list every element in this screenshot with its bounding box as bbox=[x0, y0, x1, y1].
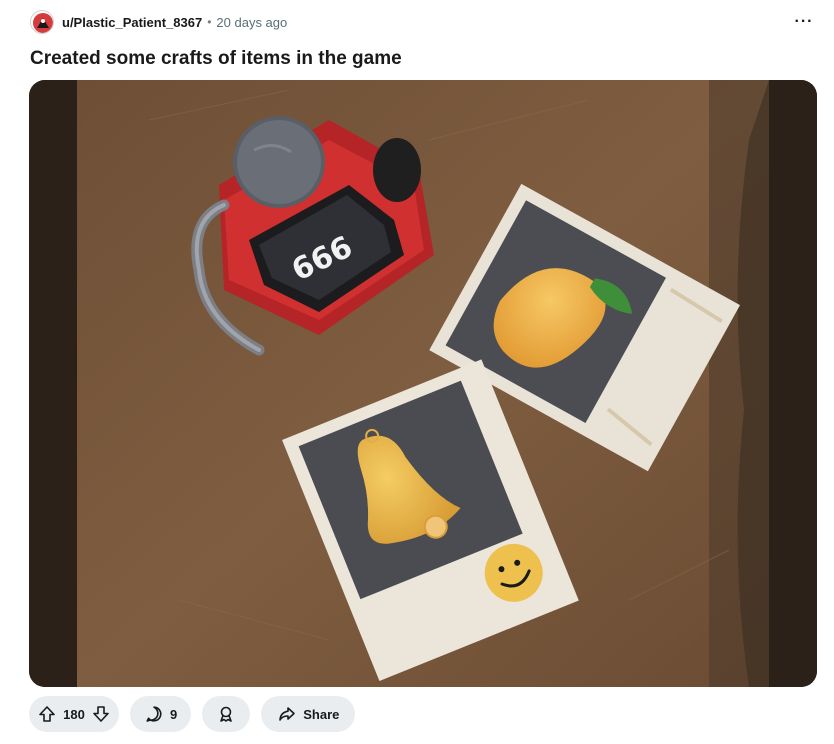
author-username[interactable]: u/Plastic_Patient_8367 bbox=[62, 15, 202, 30]
meta-separator: • bbox=[207, 15, 212, 29]
share-arrow-icon bbox=[277, 704, 297, 724]
post-title[interactable]: Created some crafts of items in the game bbox=[30, 46, 402, 72]
more-options-icon: ··· bbox=[794, 13, 814, 30]
share-label: Share bbox=[303, 706, 340, 722]
avatar-icon[interactable] bbox=[30, 10, 54, 34]
share-button[interactable]: Share bbox=[261, 696, 356, 732]
comments-button[interactable]: 9 bbox=[130, 696, 192, 732]
downvote-arrow-icon[interactable] bbox=[91, 704, 111, 724]
upvote-arrow-icon[interactable] bbox=[37, 704, 57, 724]
award-icon bbox=[216, 704, 236, 724]
vote-score: 180 bbox=[63, 706, 85, 722]
more-options-button[interactable]: ··· bbox=[790, 10, 818, 34]
post-image[interactable]: 666 bbox=[29, 80, 817, 687]
award-button[interactable] bbox=[202, 696, 251, 732]
post-timestamp: 20 days ago bbox=[216, 14, 288, 30]
post-action-bar: 180 9 Share bbox=[29, 696, 356, 732]
vote-controls: 180 bbox=[29, 696, 119, 732]
comment-count: 9 bbox=[170, 706, 178, 722]
comment-bubble-icon bbox=[144, 704, 164, 724]
crafts-photo: 666 bbox=[29, 80, 817, 687]
post-header: u/Plastic_Patient_8367 • 20 days ago ··· bbox=[30, 9, 818, 35]
